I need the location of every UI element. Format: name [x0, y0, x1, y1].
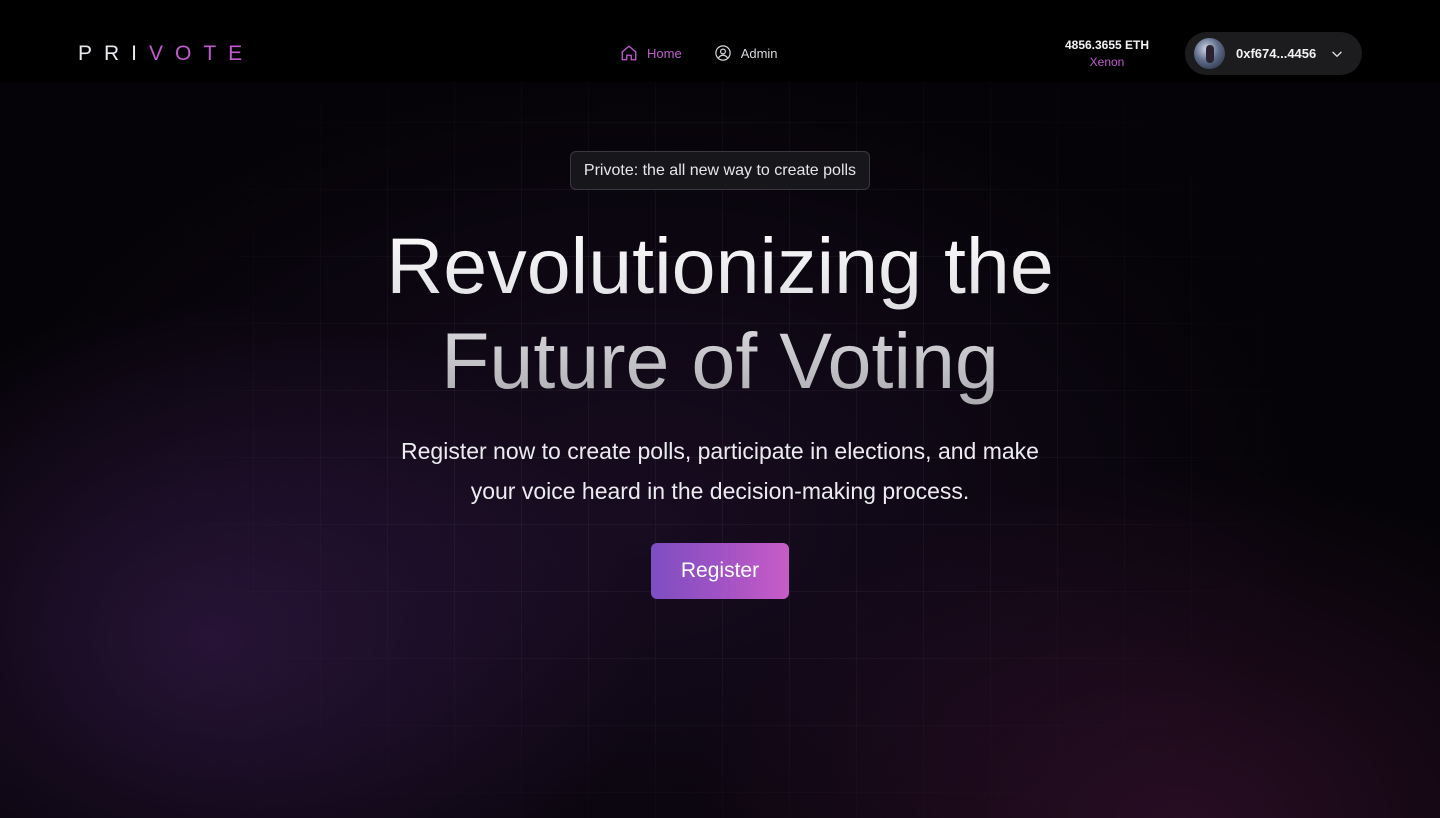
wallet-address: 0xf674...4456: [1236, 46, 1317, 61]
nav-item-admin[interactable]: Admin: [714, 44, 778, 62]
nav-item-home[interactable]: Home: [620, 44, 682, 62]
avatar: [1194, 38, 1225, 69]
hero-headline: Revolutionizing the Future of Voting: [0, 218, 1440, 408]
logo-text-plain: PRI: [78, 42, 150, 65]
hero-subtitle: Register now to create polls, participat…: [370, 431, 1070, 511]
privote-logo[interactable]: PRI VOTE: [78, 42, 254, 66]
headline-line-1: Revolutionizing the: [386, 221, 1054, 310]
main-nav: Home Admin: [620, 44, 778, 62]
nav-label-admin: Admin: [740, 45, 778, 61]
user-circle-icon: [714, 45, 731, 61]
balance-amount: 4856.3655 ETH: [1064, 38, 1150, 52]
top-navbar: PRI VOTE Home Admin 4856.3655 ETH Xenon …: [0, 0, 1440, 82]
headline-line-2: Future of Voting: [441, 316, 999, 405]
network-name: Xenon: [1089, 55, 1125, 69]
nav-label-home: Home: [647, 45, 682, 61]
home-icon: [621, 45, 637, 61]
register-button[interactable]: Register: [651, 543, 789, 599]
subtitle-line-1: Register now to create polls, participat…: [401, 438, 1039, 464]
logo-text-accent: VOTE: [149, 42, 255, 65]
chevron-down-icon: [1332, 51, 1342, 57]
page: PRI VOTE Home Admin 4856.3655 ETH Xenon …: [0, 0, 1440, 818]
subtitle-line-2: your voice heard in the decision-making …: [470, 478, 970, 504]
wallet-balance: 4856.3655 ETH Xenon: [1050, 38, 1164, 69]
wallet-account-button[interactable]: 0xf674...4456: [1185, 32, 1362, 75]
tagline-badge: Privote: the all new way to create polls: [570, 151, 870, 190]
